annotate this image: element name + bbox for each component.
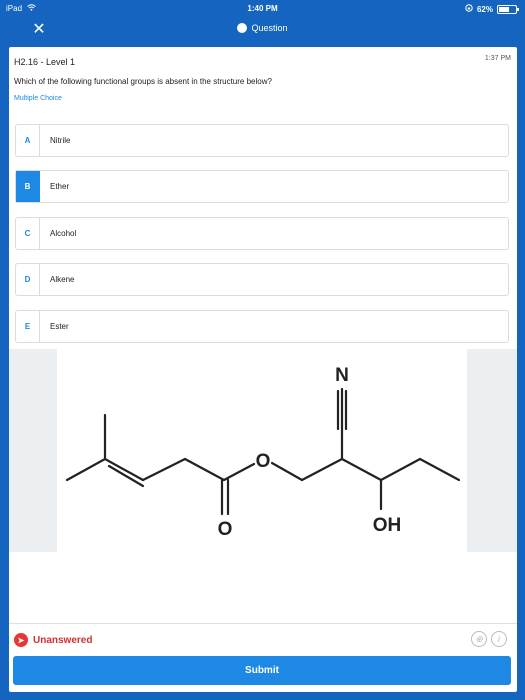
- info-icon[interactable]: i: [491, 631, 507, 647]
- structure-figure: N O O OH: [9, 349, 517, 552]
- option-d[interactable]: D Alkene: [15, 263, 509, 296]
- option-label: Alkene: [50, 275, 75, 284]
- chemical-structure: N O O OH: [57, 349, 467, 552]
- status-bar: iPad 1:40 PM 62%: [0, 0, 525, 17]
- option-letter: B: [16, 171, 40, 202]
- option-label: Ester: [50, 322, 69, 331]
- option-a[interactable]: A Nitrile: [15, 124, 509, 157]
- question-id: H2.16 - Level 1: [14, 57, 76, 67]
- question-type: Multiple Choice: [14, 95, 62, 102]
- submit-button[interactable]: Submit: [13, 656, 511, 685]
- atom-o-carbonyl: O: [218, 519, 233, 540]
- chat-icon: [237, 23, 248, 33]
- option-label: Alcohol: [50, 229, 77, 238]
- alert-icon: ➤: [14, 633, 28, 647]
- question-time: 1:37 PM: [484, 55, 511, 62]
- option-letter: E: [16, 311, 40, 342]
- nav-title-text: Question: [251, 23, 288, 33]
- atom-oh: OH: [373, 515, 402, 536]
- clock: 1:40 PM: [247, 4, 278, 13]
- answer-status-text: Unanswered: [33, 634, 93, 646]
- battery-icon: [497, 4, 519, 14]
- atom-o-ester: O: [256, 451, 271, 472]
- atom-n: N: [335, 365, 349, 386]
- hint-icon[interactable]: ⊕: [471, 631, 487, 647]
- question-prompt: Which of the following functional groups…: [14, 77, 272, 86]
- option-b[interactable]: B Ether: [15, 170, 509, 203]
- option-letter: A: [16, 125, 40, 156]
- option-letter: C: [16, 218, 40, 249]
- option-label: Nitrile: [50, 136, 71, 145]
- nav-bar: ✕ Question: [0, 17, 525, 43]
- battery-percent: 62%: [476, 4, 493, 14]
- rotation-lock-icon: [465, 4, 473, 14]
- question-card: H2.16 - Level 1 1:37 PM Which of the fol…: [9, 47, 517, 692]
- divider: [9, 623, 517, 624]
- nav-title: Question: [0, 23, 525, 33]
- option-e[interactable]: E Ester: [15, 310, 509, 343]
- answer-status: ➤ Unanswered: [14, 633, 92, 647]
- option-label: Ether: [50, 182, 70, 191]
- option-c[interactable]: C Alcohol: [15, 217, 509, 250]
- option-letter: D: [16, 264, 40, 295]
